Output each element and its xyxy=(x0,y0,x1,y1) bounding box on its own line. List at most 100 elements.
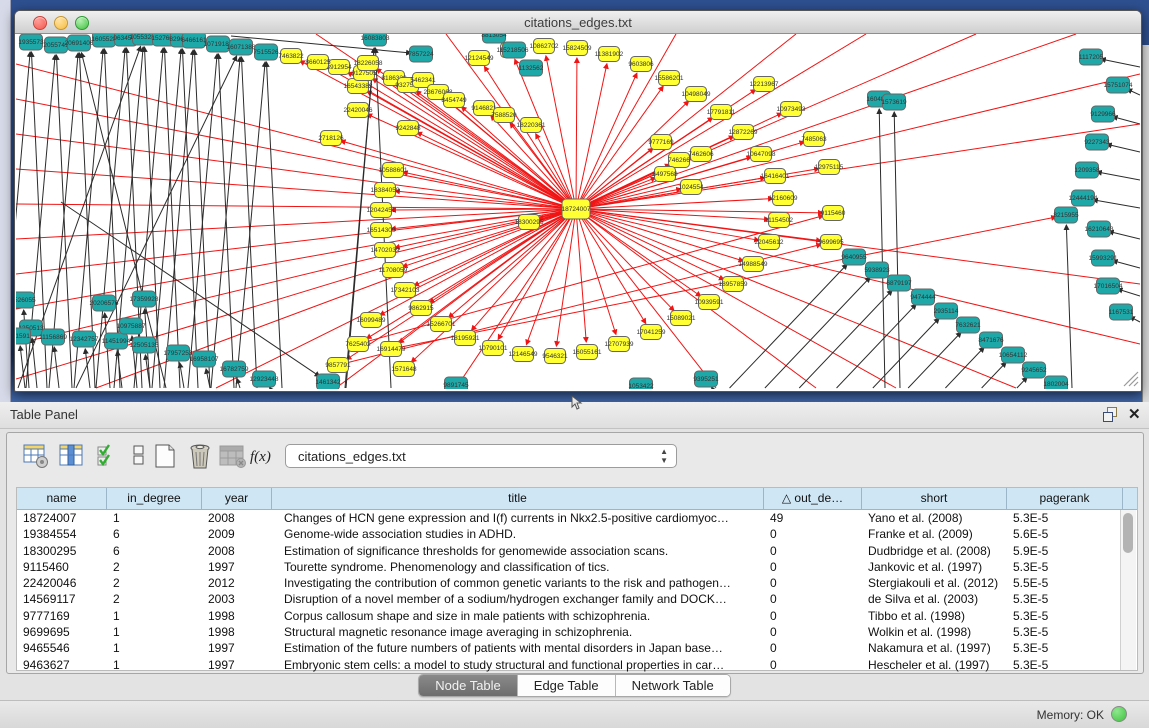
network-edge[interactable] xyxy=(16,169,576,209)
network-edge[interactable] xyxy=(16,134,576,209)
selection-check-icon[interactable] xyxy=(96,443,120,469)
network-edge[interactable] xyxy=(945,347,984,388)
network-node[interactable]: 9227343 xyxy=(1084,134,1110,150)
tab-edge-table[interactable]: Edge Table xyxy=(518,675,616,696)
network-node[interactable]: 15266701 xyxy=(427,317,456,332)
network-node[interactable]: 16782759 xyxy=(220,361,249,377)
network-edge[interactable] xyxy=(391,209,576,210)
network-node[interactable]: 10647098 xyxy=(747,147,776,162)
network-node[interactable]: 18300295 xyxy=(515,215,544,230)
network-node[interactable]: 11156869 xyxy=(39,329,67,345)
network-node[interactable]: 10862702 xyxy=(530,39,559,54)
network-node[interactable]: 1802004 xyxy=(1043,376,1069,389)
network-edge[interactable] xyxy=(402,209,576,267)
network-node[interactable]: 18724007 xyxy=(562,199,591,219)
network-node[interactable]: 9546321 xyxy=(542,349,568,364)
row-pair-icon[interactable] xyxy=(131,443,147,469)
network-node[interactable]: 17016504 xyxy=(1094,278,1123,294)
network-edge[interactable] xyxy=(1113,117,1140,124)
network-node[interactable]: 1167531 xyxy=(1109,304,1134,320)
network-edge[interactable] xyxy=(16,204,576,209)
network-node[interactable]: 12160609 xyxy=(769,191,798,206)
network-node[interactable]: 18226058 xyxy=(354,56,383,71)
network-node[interactable]: 20206576 xyxy=(90,295,119,311)
network-node[interactable]: 11154502 xyxy=(765,213,793,228)
network-node[interactable]: 18195921 xyxy=(451,331,480,346)
network-node[interactable]: 9129966 xyxy=(1090,106,1116,122)
table-selector-dropdown[interactable]: citations_edges.txt ▲▼ xyxy=(285,444,677,468)
left-panel-strip[interactable] xyxy=(0,0,11,402)
network-node[interactable]: 9699695 xyxy=(818,235,844,250)
network-node[interactable]: 22045612 xyxy=(755,235,784,250)
network-node[interactable]: 12444194 xyxy=(1069,190,1098,206)
network-node[interactable]: 1024554 xyxy=(678,180,704,195)
table-row[interactable]: 1938455462009Genome-wide association stu… xyxy=(17,526,1137,542)
network-node[interactable]: 12505135 xyxy=(130,337,159,353)
network-node[interactable]: 16210643 xyxy=(1085,221,1114,237)
network-node[interactable]: 17957253 xyxy=(164,345,193,361)
network-node[interactable]: 11708059 xyxy=(379,263,408,278)
network-node[interactable]: 7515526 xyxy=(253,44,279,60)
network-node[interactable]: 14988549 xyxy=(739,257,768,272)
network-node[interactable]: 20691406 xyxy=(65,35,94,51)
network-node[interactable]: 9640955 xyxy=(841,249,867,265)
network-edge[interactable] xyxy=(1101,59,1140,67)
tab-network-table[interactable]: Network Table xyxy=(616,675,730,696)
table-row[interactable]: 969969511998Structural magnetic resonanc… xyxy=(17,624,1137,640)
new-column-icon[interactable] xyxy=(153,443,179,471)
citation-network-graph[interactable]: 1872400712124549165526181086270215824509… xyxy=(16,34,1140,389)
network-edge[interactable] xyxy=(879,109,885,388)
network-node[interactable]: 1573619 xyxy=(881,94,907,110)
network-edge[interactable] xyxy=(576,34,866,209)
network-view-window[interactable]: citations_edges.txt 18724007121245491655… xyxy=(14,10,1142,392)
memory-status-indicator[interactable] xyxy=(1111,706,1127,722)
network-edge[interactable] xyxy=(237,379,240,388)
network-edge[interactable] xyxy=(180,363,184,388)
network-node[interactable]: 391591 xyxy=(16,328,31,344)
network-node[interactable]: 12342757 xyxy=(70,331,99,347)
network-edge[interactable] xyxy=(417,132,576,209)
network-edge[interactable] xyxy=(576,209,724,280)
delete-trash-icon[interactable] xyxy=(187,443,213,471)
network-edge[interactable] xyxy=(236,62,265,388)
network-node[interactable]: 9245652 xyxy=(1021,362,1047,378)
network-edge[interactable] xyxy=(341,141,576,209)
network-edge[interactable] xyxy=(211,57,240,388)
network-node[interactable]: 2526055 xyxy=(16,292,36,308)
network-node[interactable]: 7485063 xyxy=(801,132,827,147)
network-edge[interactable] xyxy=(218,54,234,388)
network-node[interactable]: 18957859 xyxy=(719,277,748,292)
network-node[interactable]: 8454749 xyxy=(441,93,467,108)
network-node[interactable]: 16083803 xyxy=(361,34,390,46)
network-node[interactable]: 9115460 xyxy=(821,206,846,221)
function-builder-icon[interactable]: f(x) xyxy=(250,449,271,466)
network-node[interactable]: 1935573 xyxy=(18,34,44,50)
network-node[interactable]: 17791811 xyxy=(707,105,736,120)
network-node[interactable]: 16071388 xyxy=(227,39,256,55)
table-row[interactable]: 977716911998Corpus callosum shape and si… xyxy=(17,608,1137,624)
network-canvas[interactable]: 1872400712124549165526181086270215824509… xyxy=(16,34,1140,389)
column-header-out_degree[interactable]: △ out_de… xyxy=(764,488,862,509)
column-header-pagerank[interactable]: pagerank xyxy=(1007,488,1123,509)
network-edge[interactable] xyxy=(194,50,210,388)
tab-node-table[interactable]: Node Table xyxy=(419,675,518,696)
network-node[interactable]: 5938923 xyxy=(864,262,890,278)
network-node[interactable]: 7463822 xyxy=(278,49,304,64)
table-row[interactable]: 911546021997Tourette syndrome. Phenomeno… xyxy=(17,559,1137,575)
network-edge[interactable] xyxy=(576,209,896,388)
network-node[interactable]: 10654112 xyxy=(999,347,1028,363)
network-edge[interactable] xyxy=(182,49,198,388)
network-edge[interactable] xyxy=(188,54,217,388)
network-node[interactable]: 7625402 xyxy=(345,337,371,352)
network-edge[interactable] xyxy=(1097,172,1140,180)
network-node[interactable]: 12923448 xyxy=(250,371,279,387)
network-node[interactable]: 7588520 xyxy=(491,108,517,123)
column-header-short[interactable]: short xyxy=(862,488,1007,509)
network-node[interactable]: 9862915 xyxy=(408,301,434,316)
network-window-titlebar[interactable]: citations_edges.txt xyxy=(15,11,1141,34)
table-row[interactable]: 946362711997Embryonic stem cells: a mode… xyxy=(17,657,1137,673)
network-node[interactable]: 7462606 xyxy=(688,147,714,162)
network-node[interactable]: 16055161 xyxy=(573,345,602,360)
network-edge[interactable] xyxy=(411,209,576,362)
column-header-in_degree[interactable]: in_degree xyxy=(107,488,202,509)
